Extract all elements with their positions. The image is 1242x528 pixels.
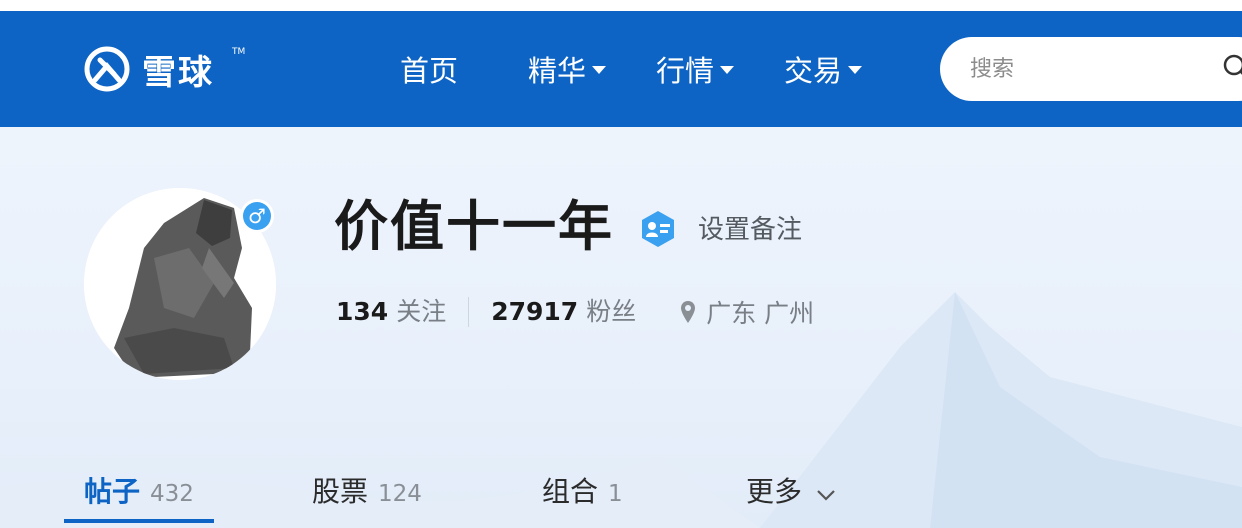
following-count: 134 <box>336 297 389 326</box>
tab-stocks-label: 股票 <box>312 475 369 508</box>
profile-tabs: 帖子 432 股票 124 组合 1 更多 <box>0 462 1242 528</box>
caret-down-icon <box>720 66 735 74</box>
top-navbar: 雪球 TM 首页 精华 行情 交易 <box>0 11 1242 127</box>
nav-home[interactable]: 首页 <box>400 49 458 89</box>
tab-more-label: 更多 <box>746 475 803 508</box>
location-pin-icon <box>681 301 696 323</box>
nav-trade-label: 交易 <box>784 54 843 88</box>
caret-down-icon <box>848 66 863 74</box>
nav-market-label: 行情 <box>656 54 715 88</box>
tab-portfolios[interactable]: 组合 1 <box>542 470 623 510</box>
top-strip <box>0 0 1242 11</box>
nav-featured[interactable]: 精华 <box>528 49 607 89</box>
logo-trademark: TM <box>232 47 246 57</box>
logo[interactable]: 雪球 TM <box>82 41 245 97</box>
verified-badge-icon <box>642 211 674 247</box>
tab-portfolios-count: 1 <box>608 481 623 507</box>
tab-stocks[interactable]: 股票 124 <box>312 470 422 510</box>
tab-posts-count: 432 <box>150 481 194 507</box>
nav-market[interactable]: 行情 <box>656 49 735 89</box>
active-tab-indicator <box>64 519 214 523</box>
male-gender-icon: ♂ <box>243 202 271 230</box>
followers-count: 27917 <box>491 297 579 326</box>
tab-more[interactable]: 更多 <box>746 470 836 510</box>
following-stat[interactable]: 134 关注 <box>336 294 446 330</box>
gender-badge: ♂ <box>240 199 274 233</box>
following-label: 关注 <box>396 297 447 326</box>
followers-stat[interactable]: 27917 粉丝 <box>491 294 636 330</box>
xueqiu-logo-icon <box>84 46 130 92</box>
tab-posts[interactable]: 帖子 432 <box>84 470 194 510</box>
profile-username: 价值十一年 <box>334 195 614 258</box>
nav-trade[interactable]: 交易 <box>784 49 863 89</box>
nav-featured-label: 精华 <box>528 54 587 88</box>
followers-label: 粉丝 <box>586 297 637 326</box>
search-box <box>940 37 1242 101</box>
location-text: 广东 广州 <box>706 299 815 328</box>
stat-divider <box>468 297 470 327</box>
profile-stats: 134 关注 27917 粉丝 广东 广州 <box>336 292 814 332</box>
tab-stocks-count: 124 <box>378 481 422 507</box>
tab-portfolios-label: 组合 <box>542 475 599 508</box>
nav-home-label: 首页 <box>400 54 459 88</box>
set-remark-link[interactable]: 设置备注 <box>698 212 802 248</box>
caret-down-icon <box>592 66 607 74</box>
search-icon[interactable] <box>1222 53 1242 83</box>
search-input[interactable] <box>970 56 1210 82</box>
tab-posts-label: 帖子 <box>84 475 141 508</box>
location: 广东 广州 <box>680 294 814 330</box>
logo-text: 雪球 <box>142 52 214 93</box>
chevron-down-icon <box>817 490 835 501</box>
